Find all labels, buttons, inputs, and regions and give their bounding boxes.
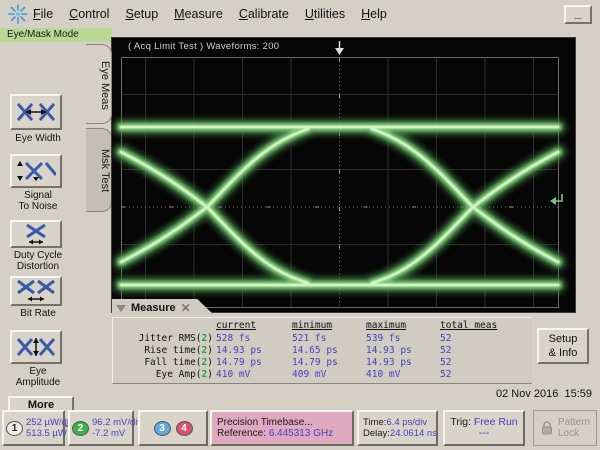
menu-bar: File Control Setup Measure Calibrate Uti… bbox=[0, 0, 600, 28]
pattern-lock-button[interactable]: PatternLock bbox=[533, 410, 597, 446]
acq-limit-annotation: ( Acq Limit Test ) Waveforms: 200 bbox=[128, 41, 279, 52]
measure-value: 52 bbox=[437, 369, 517, 381]
signal-to-noise-button[interactable] bbox=[10, 154, 62, 188]
signal-to-noise-label: SignalTo Noise bbox=[0, 190, 76, 212]
tab-msk-test[interactable]: Msk Test bbox=[86, 128, 112, 212]
measure-value: 14.93 ps bbox=[363, 357, 437, 369]
measure-row-label: Eye Amp(2) bbox=[113, 369, 213, 381]
precision-timebase-button[interactable]: Precision Timebase... Reference: 6.44531… bbox=[210, 410, 354, 446]
menu-control[interactable]: Control bbox=[69, 7, 109, 21]
lock-icon bbox=[540, 420, 554, 436]
scope-display: ( Acq Limit Test ) Waveforms: 200 bbox=[112, 38, 575, 312]
menu-help[interactable]: Help bbox=[361, 7, 387, 21]
bit-rate-icon bbox=[16, 279, 56, 303]
col-header-current: current bbox=[213, 320, 289, 333]
eye-amplitude-icon bbox=[16, 335, 56, 359]
measure-value: 521 fs bbox=[289, 333, 363, 345]
measure-value: 410 mV bbox=[363, 369, 437, 381]
eye-width-button[interactable] bbox=[10, 94, 62, 130]
col-header-minimum: minimum bbox=[289, 320, 363, 333]
channel1-button[interactable]: 1 252 µW/div513.5 µW bbox=[2, 410, 65, 446]
duty-cycle-distortion-button[interactable] bbox=[10, 220, 62, 248]
measure-value: 539 fs bbox=[363, 333, 437, 345]
sidebar: Eye Width SignalTo Noise Duty CycleDisto… bbox=[0, 42, 88, 410]
measure-value: 409 mV bbox=[289, 369, 363, 381]
measure-row-label: Jitter RMS(2) bbox=[113, 333, 213, 345]
measure-value: 52 bbox=[437, 357, 517, 369]
measure-dropdown-icon[interactable] bbox=[116, 305, 126, 312]
menu-setup[interactable]: Setup bbox=[125, 7, 158, 21]
measure-panel: current minimum maximum total meas Jitte… bbox=[112, 317, 532, 384]
timebase-scale-button[interactable]: Time:6.4 ps/div Delay:24.0614 ns bbox=[357, 410, 438, 446]
col-header-total-meas: total meas bbox=[437, 320, 517, 333]
minimize-button[interactable]: _ bbox=[564, 5, 592, 24]
menu-utilities[interactable]: Utilities bbox=[305, 7, 345, 21]
channel3-4-button[interactable]: 3 4 bbox=[138, 410, 208, 446]
menu-items: File Control Setup Measure Calibrate Uti… bbox=[33, 0, 387, 28]
channel1-badge: 1 bbox=[6, 421, 23, 436]
bit-rate-label: Bit Rate bbox=[0, 308, 76, 319]
measure-close-icon[interactable]: ✕ bbox=[181, 303, 191, 313]
channel2-button[interactable]: 2 96.2 mV/div-7.2 mV bbox=[68, 410, 134, 446]
channel3-badge: 3 bbox=[154, 421, 171, 436]
menu-measure[interactable]: Measure bbox=[174, 7, 223, 21]
measure-value: 52 bbox=[437, 333, 517, 345]
measure-value: 410 mV bbox=[213, 369, 289, 381]
measure-value: 14.93 ps bbox=[363, 345, 437, 357]
channel2-reference-marker-icon[interactable] bbox=[550, 194, 562, 205]
measure-value: 14.65 ps bbox=[289, 345, 363, 357]
measure-value: 14.79 ps bbox=[213, 357, 289, 369]
trigger-position-marker-icon[interactable] bbox=[335, 41, 344, 55]
eye-diagram bbox=[112, 38, 575, 312]
bit-rate-button[interactable] bbox=[10, 276, 62, 306]
measure-value: 14.93 ps bbox=[213, 345, 289, 357]
channel4-badge: 4 bbox=[176, 421, 193, 436]
datetime-display: 02 Nov 2016 15:59 bbox=[350, 388, 592, 400]
eye-width-label: Eye Width bbox=[0, 133, 76, 144]
measure-value: 14.79 ps bbox=[289, 357, 363, 369]
measure-row-label: Rise time(2) bbox=[113, 345, 213, 357]
eye-amplitude-button[interactable] bbox=[10, 330, 62, 364]
signal-to-noise-icon bbox=[16, 159, 56, 183]
mode-label: Eye/Mask Mode bbox=[0, 28, 112, 42]
menu-file[interactable]: File bbox=[33, 7, 53, 21]
duty-cycle-distortion-label: Duty CycleDistortion bbox=[0, 250, 76, 272]
col-header-maximum: maximum bbox=[363, 320, 437, 333]
setup-info-button[interactable]: Setup& Info bbox=[537, 328, 589, 364]
measure-table: current minimum maximum total meas Jitte… bbox=[113, 318, 532, 381]
duty-cycle-distortion-icon bbox=[19, 223, 53, 245]
eye-amplitude-label: EyeAmplitude bbox=[0, 366, 76, 388]
trigger-button[interactable]: Trig: Free Run --- bbox=[443, 410, 525, 446]
measure-value: 52 bbox=[437, 345, 517, 357]
tab-eye-meas[interactable]: Eye Meas bbox=[86, 44, 112, 124]
agilent-spark-icon bbox=[7, 3, 29, 25]
measure-panel-title: Measure bbox=[131, 302, 176, 314]
menu-calibrate[interactable]: Calibrate bbox=[239, 7, 289, 21]
eye-width-icon bbox=[16, 100, 56, 124]
measure-value: 528 fs bbox=[213, 333, 289, 345]
channel2-badge: 2 bbox=[72, 421, 89, 436]
measure-row-label: Fall time(2) bbox=[113, 357, 213, 369]
